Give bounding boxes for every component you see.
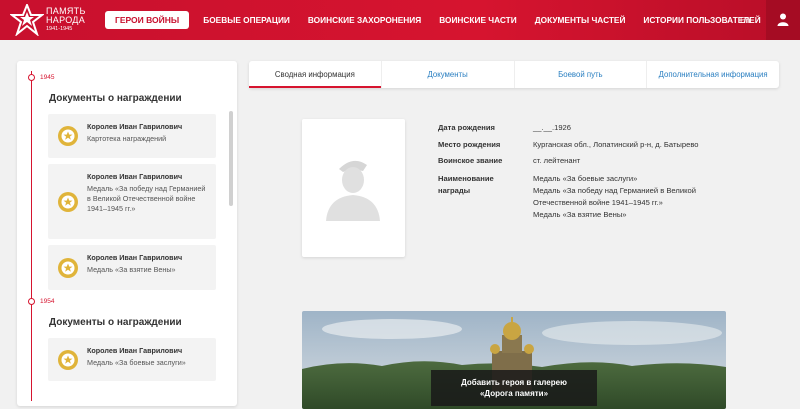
nav-unit-documents[interactable]: ДОКУМЕНТЫ ЧАСТЕЙ [535, 15, 626, 25]
section-title: Документы о награждении [49, 93, 182, 104]
logo-years: 1941-1945 [46, 26, 73, 32]
language-switch[interactable]: En [740, 15, 750, 25]
card-person-name: Королев Иван Гаврилович [87, 253, 183, 262]
award-line: Отечественной войне 1941–1945 гг.» [533, 198, 663, 207]
road-of-memory-banner: Добавить героя в галерею «Дорога памяти» [302, 311, 726, 409]
main-nav: ГЕРОИ ВОЙНЫ БОЕВЫЕ ОПЕРАЦИИ ВОИНСКИЕ ЗАХ… [105, 0, 779, 40]
award-line: Медаль «За взятие Вены» [533, 210, 627, 219]
tab-combat-path[interactable]: Боевой путь [515, 61, 648, 88]
nav-operations[interactable]: БОЕВЫЕ ОПЕРАЦИИ [203, 15, 290, 25]
info-value: Курганская обл., Лопатинский р-н, д. Бат… [533, 140, 699, 149]
tabs-bar: Сводная информация Документы Боевой путь… [249, 61, 779, 88]
user-icon [777, 13, 789, 26]
info-value: __.__.1926 [533, 123, 572, 132]
nav-heroes[interactable]: ГЕРОИ ВОЙНЫ [105, 11, 190, 29]
timeline-year: 1954 [40, 298, 55, 305]
soldier-silhouette-icon [326, 160, 380, 221]
info-label: Воинское звание [438, 156, 503, 165]
card-person-name: Королев Иван Гаврилович [87, 346, 183, 355]
top-navigation-bar: ПАМЯТЬ НАРОДА 1941-1945 ГЕРОИ ВОЙНЫ БОЕВ… [0, 0, 800, 40]
documents-timeline-panel: 1945 Документы о награждении Королев Ива… [17, 61, 237, 406]
award-card[interactable]: Королев Иван Гаврилович Медаль «За боевы… [48, 338, 216, 381]
add-hero-to-gallery-button[interactable]: Добавить героя в галерею «Дорога памяти» [431, 370, 597, 406]
card-description: Картотека награждений [87, 134, 167, 143]
info-value: ст. лейтенант [533, 156, 581, 165]
star-icon [10, 4, 44, 36]
medal-icon [58, 349, 78, 370]
nav-units[interactable]: ВОИНСКИЕ ЧАСТИ [439, 15, 516, 25]
scrollbar-thumb[interactable] [229, 111, 233, 206]
section-title: Документы о награждении [49, 317, 182, 328]
award-line: Медаль «За боевые заслуги» [533, 174, 638, 183]
award-card[interactable]: Королев Иван Гаврилович Медаль «За побед… [48, 164, 216, 239]
card-description: Медаль «За боевые заслуги» [87, 358, 186, 367]
info-value-awards: Медаль «За боевые заслуги» Медаль «За по… [533, 173, 773, 221]
site-logo[interactable]: ПАМЯТЬ НАРОДА 1941-1945 [10, 4, 90, 36]
timeline-line [31, 71, 32, 401]
award-card[interactable]: Королев Иван Гаврилович Картотека награж… [48, 114, 216, 158]
timeline-year: 1945 [40, 74, 55, 81]
award-line: Медаль «За победу над Германией в Велико… [533, 186, 696, 195]
card-person-name: Королев Иван Гаврилович [87, 122, 183, 131]
tab-summary[interactable]: Сводная информация [249, 61, 382, 88]
medal-icon [58, 257, 78, 278]
info-label: Дата рождения [438, 123, 495, 132]
tab-documents[interactable]: Документы [382, 61, 515, 88]
award-card[interactable]: Королев Иван Гаврилович Медаль «За взяти… [48, 245, 216, 290]
card-person-name: Королев Иван Гаврилович [87, 172, 183, 181]
card-description: Медаль «За взятие Вены» [87, 265, 176, 274]
card-description: Медаль «За победу над Германией в Велико… [87, 184, 206, 213]
info-label: Наименование награды [438, 174, 494, 195]
nav-burials[interactable]: ВОИНСКИЕ ЗАХОРОНЕНИЯ [308, 15, 421, 25]
hero-photo-placeholder[interactable] [302, 119, 405, 257]
medal-icon [58, 191, 78, 212]
timeline-dot [28, 74, 35, 81]
info-label: Место рождения [438, 140, 501, 149]
logo-title: ПАМЯТЬ НАРОДА [46, 6, 86, 25]
timeline-dot [28, 298, 35, 305]
medal-icon [58, 126, 78, 146]
user-account-button[interactable] [766, 0, 800, 40]
tab-additional-info[interactable]: Дополнительная информация [647, 61, 779, 88]
